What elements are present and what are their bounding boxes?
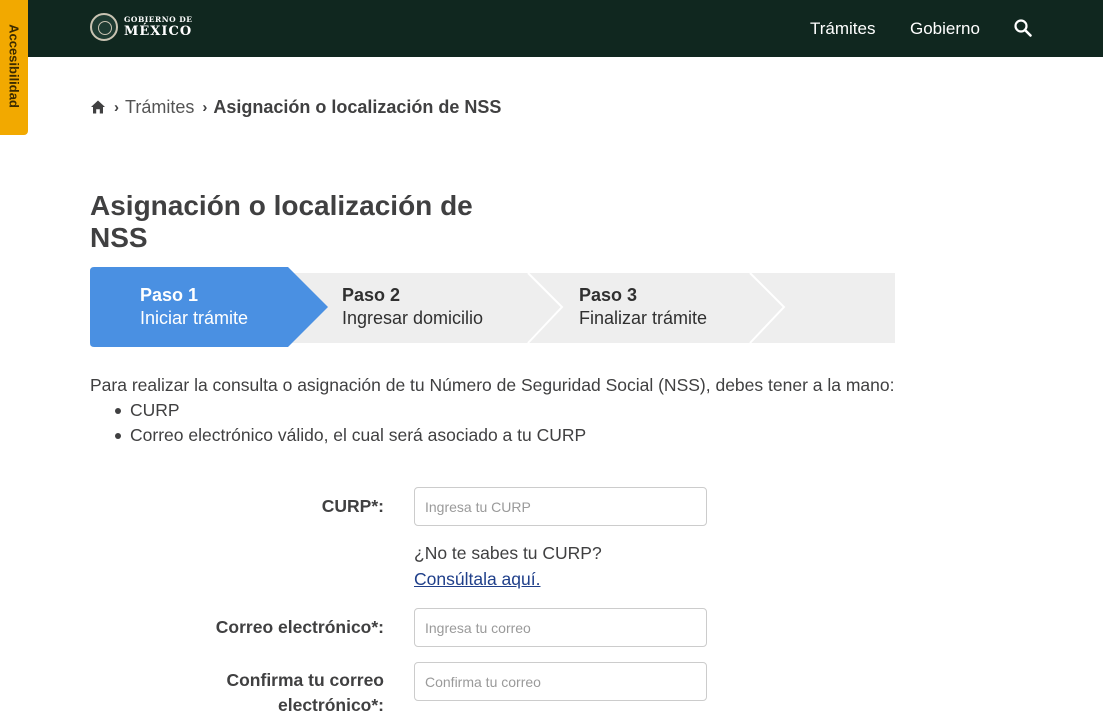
step-3: Paso 3 Finalizar trámite bbox=[579, 284, 707, 330]
confirm-email-label-line1: Confirma tu correo bbox=[226, 670, 384, 690]
top-navbar: GOBIERNO DE MÉXICO Trámites Gobierno bbox=[0, 0, 1103, 57]
home-icon[interactable] bbox=[90, 99, 106, 115]
chevron-right-icon: › bbox=[114, 98, 119, 116]
step-2-number: Paso 2 bbox=[342, 285, 401, 305]
chevron-right-icon: › bbox=[202, 98, 208, 116]
step-1: Paso 1 Iniciar trámite bbox=[140, 284, 248, 330]
progress-stepper: Paso 1 Iniciar trámite Paso 2 Ingresar d… bbox=[90, 267, 895, 347]
confirm-email-label: Confirma tu correo electrónico*: bbox=[226, 668, 384, 718]
curp-input[interactable] bbox=[414, 487, 707, 526]
list-item: Correo electrónico válido, el cual será … bbox=[112, 423, 586, 448]
curp-lookup-link[interactable]: Consúltala aquí. bbox=[414, 567, 540, 592]
search-icon[interactable] bbox=[1013, 18, 1033, 38]
step-1-number: Paso 1 bbox=[140, 285, 199, 305]
accessibility-tab[interactable]: Accesibilidad bbox=[0, 0, 28, 135]
logo-small-text: GOBIERNO DE bbox=[124, 15, 193, 25]
confirm-email-label-line2: electrónico*: bbox=[278, 695, 384, 715]
curp-help-text: ¿No te sabes tu CURP? bbox=[414, 543, 602, 563]
step-2-label: Ingresar domicilio bbox=[342, 308, 484, 328]
step-3-number: Paso 3 bbox=[579, 285, 638, 305]
list-item: CURP bbox=[112, 398, 586, 423]
logo-main-text: MÉXICO bbox=[124, 23, 193, 39]
page-title: Asignación o localización de NSS bbox=[90, 190, 473, 253]
breadcrumb-current: Asignación o localización de NSS bbox=[213, 96, 502, 117]
step-1-label: Iniciar trámite bbox=[140, 308, 249, 328]
seal-icon bbox=[90, 13, 118, 41]
nav-link-tramites[interactable]: Trámites bbox=[810, 19, 876, 39]
breadcrumb-link-tramites[interactable]: Trámites bbox=[125, 97, 194, 118]
gobierno-de-mexico-logo[interactable]: GOBIERNO DE MÉXICO bbox=[90, 12, 192, 42]
intro-text: Para realizar la consulta o asignación d… bbox=[90, 375, 895, 395]
email-field[interactable] bbox=[414, 608, 707, 647]
breadcrumb: › Trámites › Asignación o localización d… bbox=[90, 96, 501, 118]
confirm-email-field[interactable] bbox=[414, 662, 707, 701]
email-label: Correo electrónico*: bbox=[215, 617, 384, 637]
nav-link-gobierno[interactable]: Gobierno bbox=[910, 19, 980, 39]
step-3-label: Finalizar trámite bbox=[579, 308, 708, 328]
accessibility-label: Accesibilidad bbox=[6, 24, 22, 108]
step-2: Paso 2 Ingresar domicilio bbox=[342, 284, 483, 330]
requirements-list: CURP Correo electrónico válido, el cual … bbox=[112, 398, 586, 448]
curp-label: CURP*: bbox=[321, 496, 384, 516]
